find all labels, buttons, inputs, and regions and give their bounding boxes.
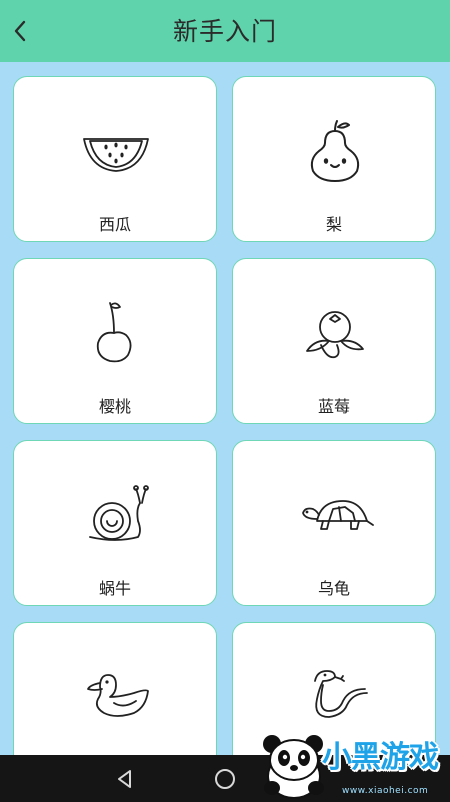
watermark-site: www.xiaohei.com bbox=[342, 786, 429, 796]
card-duck[interactable] bbox=[13, 622, 217, 755]
blueberry-icon bbox=[306, 311, 364, 359]
watermark-brand: 小黑游戏 bbox=[322, 740, 439, 775]
page-title: 新手入门 bbox=[172, 17, 277, 46]
card-blueberry[interactable]: 蓝莓 bbox=[232, 258, 436, 424]
card-label: 蓝莓 bbox=[317, 397, 350, 416]
nav-back-button[interactable] bbox=[95, 755, 155, 802]
card-snail[interactable]: 蜗牛 bbox=[13, 440, 217, 606]
drawing-grid: 西瓜 梨 樱桃 蓝莓 蜗牛 乌龟 bbox=[0, 62, 450, 755]
card-pear[interactable]: 梨 bbox=[232, 76, 436, 242]
card-label: 蜗牛 bbox=[98, 579, 131, 598]
turtle-icon bbox=[302, 500, 374, 530]
cherry-icon bbox=[96, 302, 132, 363]
circle-home-icon bbox=[215, 768, 235, 789]
card-watermelon[interactable]: 西瓜 bbox=[13, 76, 217, 242]
card-label: 梨 bbox=[325, 215, 342, 234]
card-label: 西瓜 bbox=[98, 215, 131, 234]
pear-icon bbox=[310, 120, 360, 182]
app-bar: 新手入门 bbox=[0, 0, 450, 62]
nav-home-button[interactable] bbox=[195, 755, 255, 802]
card-cherry[interactable]: 樱桃 bbox=[13, 258, 217, 424]
card-label: 乌龟 bbox=[317, 579, 350, 598]
snake-icon bbox=[314, 670, 368, 718]
duck-icon bbox=[87, 674, 149, 717]
card-turtle[interactable]: 乌龟 bbox=[232, 440, 436, 606]
watermelon-icon bbox=[83, 138, 149, 172]
card-label: 樱桃 bbox=[98, 397, 131, 416]
triangle-back-icon bbox=[118, 769, 131, 788]
panda-mascot-icon bbox=[263, 735, 324, 799]
snail-icon bbox=[89, 485, 149, 541]
site-watermark: 小黑游戏 www.xiaohei.com bbox=[258, 728, 450, 802]
